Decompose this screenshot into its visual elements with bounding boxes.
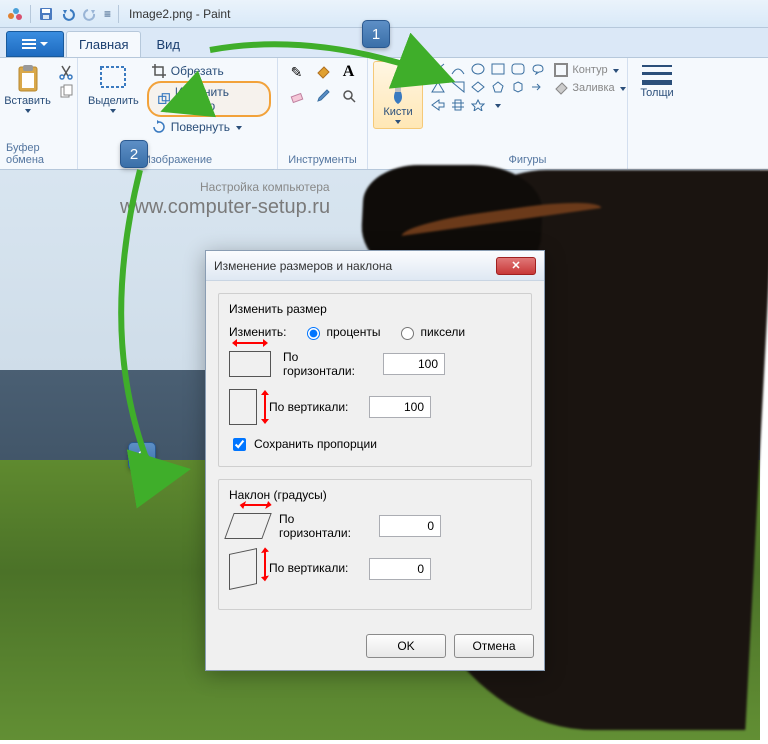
callout-2: 2 [120, 140, 148, 168]
dialog-titlebar[interactable]: Изменение размеров и наклона ✕ [206, 251, 544, 281]
horizontal-input[interactable] [383, 353, 445, 375]
group-clipboard: Вставить Буфер обмена [0, 58, 78, 169]
undo-icon[interactable] [60, 6, 76, 22]
radio-percent[interactable]: проценты [302, 324, 380, 340]
skew-h-diagram-icon [224, 513, 271, 539]
vertical-label: По вертикали: [269, 400, 357, 414]
paste-button[interactable]: Вставить [0, 61, 55, 115]
group-image: Выделить Обрезать Изменить размер Поверн… [78, 58, 278, 169]
text-tool[interactable]: A [337, 61, 361, 83]
tab-view[interactable]: Вид [143, 31, 193, 57]
shapes-gallery[interactable] [429, 61, 547, 113]
radio-pixels[interactable]: пиксели [396, 324, 465, 340]
brushes-button[interactable]: Кисти [373, 61, 423, 129]
save-icon[interactable] [38, 6, 54, 22]
watermark-small: Настройка компьютера [200, 180, 330, 194]
change-label: Изменить: [229, 325, 286, 339]
group-thickness: Толщи [628, 58, 686, 169]
watermark-main: www.computer-setup.ru [120, 196, 330, 219]
skew-h-label: По горизонтали: [279, 512, 367, 541]
horizontal-label: По горизонтали: [283, 350, 371, 379]
dialog-title-text: Изменение размеров и наклона [214, 259, 392, 273]
eyedropper-tool[interactable] [311, 85, 335, 107]
resize-dialog: Изменение размеров и наклона ✕ Изменить … [205, 250, 545, 671]
thickness-icon [642, 63, 672, 87]
close-button[interactable]: ✕ [496, 257, 536, 275]
shape-outline[interactable]: Контур [553, 61, 625, 79]
keep-ratio-label: Сохранить пропорции [254, 437, 377, 451]
eraser-tool[interactable] [285, 85, 309, 107]
group-tools: ✎ A Инструменты [278, 58, 368, 169]
skew-fieldset: Наклон (градусы) По горизонтали: По верт… [218, 479, 532, 610]
cut-icon[interactable] [58, 64, 74, 80]
resize-fieldset: Изменить размер Изменить: проценты пиксе… [218, 293, 532, 467]
skew-v-label: По вертикали: [269, 561, 357, 575]
brush-icon [382, 66, 414, 106]
rotate-icon [151, 119, 167, 135]
skew-legend: Наклон (градусы) [229, 488, 521, 502]
customize-qat[interactable]: ≡ [104, 7, 111, 21]
file-menu[interactable] [6, 31, 64, 57]
window-title: Image2.png - Paint [129, 7, 230, 21]
skew-v-diagram-icon [229, 548, 257, 590]
bucket-tool[interactable] [311, 61, 335, 83]
callout-3: 3 [128, 442, 156, 470]
shapes-more[interactable] [489, 97, 507, 113]
keep-ratio-checkbox[interactable] [233, 438, 246, 451]
callout-1: 1 [362, 20, 390, 48]
ok-button[interactable]: OK [366, 634, 446, 658]
horizontal-diagram-icon [229, 351, 271, 377]
app-icon [7, 6, 23, 22]
vertical-diagram-icon [229, 389, 257, 425]
resize-legend: Изменить размер [229, 302, 521, 316]
crop-icon [151, 63, 167, 79]
vertical-input[interactable] [369, 396, 431, 418]
thickness-button[interactable]: Толщи [636, 61, 677, 101]
redo-icon[interactable] [82, 6, 98, 22]
rotate-button[interactable]: Повернуть [147, 117, 271, 137]
clipboard-icon [12, 63, 44, 95]
copy-icon[interactable] [58, 84, 74, 100]
cancel-button[interactable]: Отмена [454, 634, 534, 658]
crop-button[interactable]: Обрезать [147, 61, 271, 81]
shape-fill[interactable]: Заливка [553, 79, 625, 97]
skew-v-input[interactable] [369, 558, 431, 580]
tab-home[interactable]: Главная [66, 31, 141, 57]
resize-button[interactable]: Изменить размер [147, 81, 271, 117]
ribbon: Вставить Буфер обмена Выделить [0, 58, 768, 170]
skew-h-input[interactable] [379, 515, 441, 537]
group-shapes: Контур Заливка Фигуры [428, 58, 628, 169]
group-brushes: Кисти [368, 58, 428, 169]
pencil-tool[interactable]: ✎ [285, 61, 309, 83]
select-button[interactable]: Выделить [84, 61, 143, 137]
magnifier-tool[interactable] [337, 85, 361, 107]
resize-icon [157, 91, 171, 107]
select-icon [97, 63, 129, 95]
